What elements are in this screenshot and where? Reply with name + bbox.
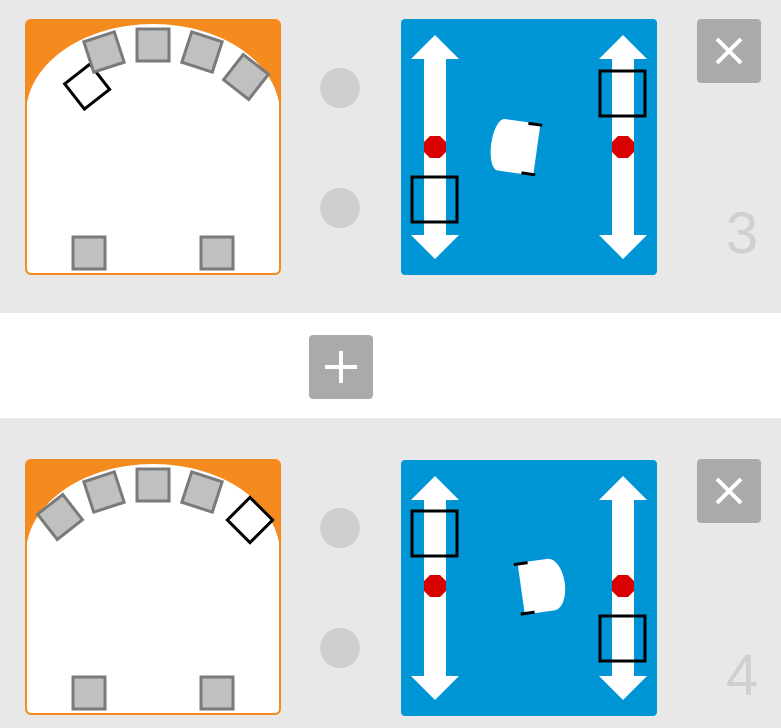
stop-marker-right [612, 575, 634, 597]
robot-sensor-selector[interactable] [25, 459, 281, 715]
event-number: 4 [725, 643, 759, 708]
proximity-sensor-3[interactable] [135, 27, 171, 63]
motor-action-panel[interactable] [401, 19, 657, 275]
plus-icon [325, 351, 357, 383]
close-icon [715, 37, 743, 65]
proximity-sensor-3[interactable] [135, 467, 171, 503]
button-indicator-top[interactable] [320, 508, 360, 548]
robot-sensor-selector[interactable] [25, 19, 281, 275]
motor-action-panel[interactable] [401, 460, 657, 716]
close-icon [715, 477, 743, 505]
event-row: 4 [0, 418, 781, 728]
add-event-button[interactable] [309, 335, 373, 399]
event-row: 3 [0, 0, 781, 313]
ground-sensor-left[interactable] [71, 675, 107, 711]
button-indicator-bottom[interactable] [320, 188, 360, 228]
ground-sensor-right[interactable] [199, 675, 235, 711]
ground-sensor-right[interactable] [199, 235, 235, 271]
stop-marker-left [424, 575, 446, 597]
delete-event-button[interactable] [697, 459, 761, 523]
stop-marker-right [612, 136, 634, 158]
ground-sensor-left[interactable] [71, 235, 107, 271]
button-indicator-bottom[interactable] [320, 628, 360, 668]
stop-marker-left [424, 136, 446, 158]
event-number: 3 [725, 201, 759, 266]
delete-event-button[interactable] [697, 19, 761, 83]
button-indicator-top[interactable] [320, 68, 360, 108]
